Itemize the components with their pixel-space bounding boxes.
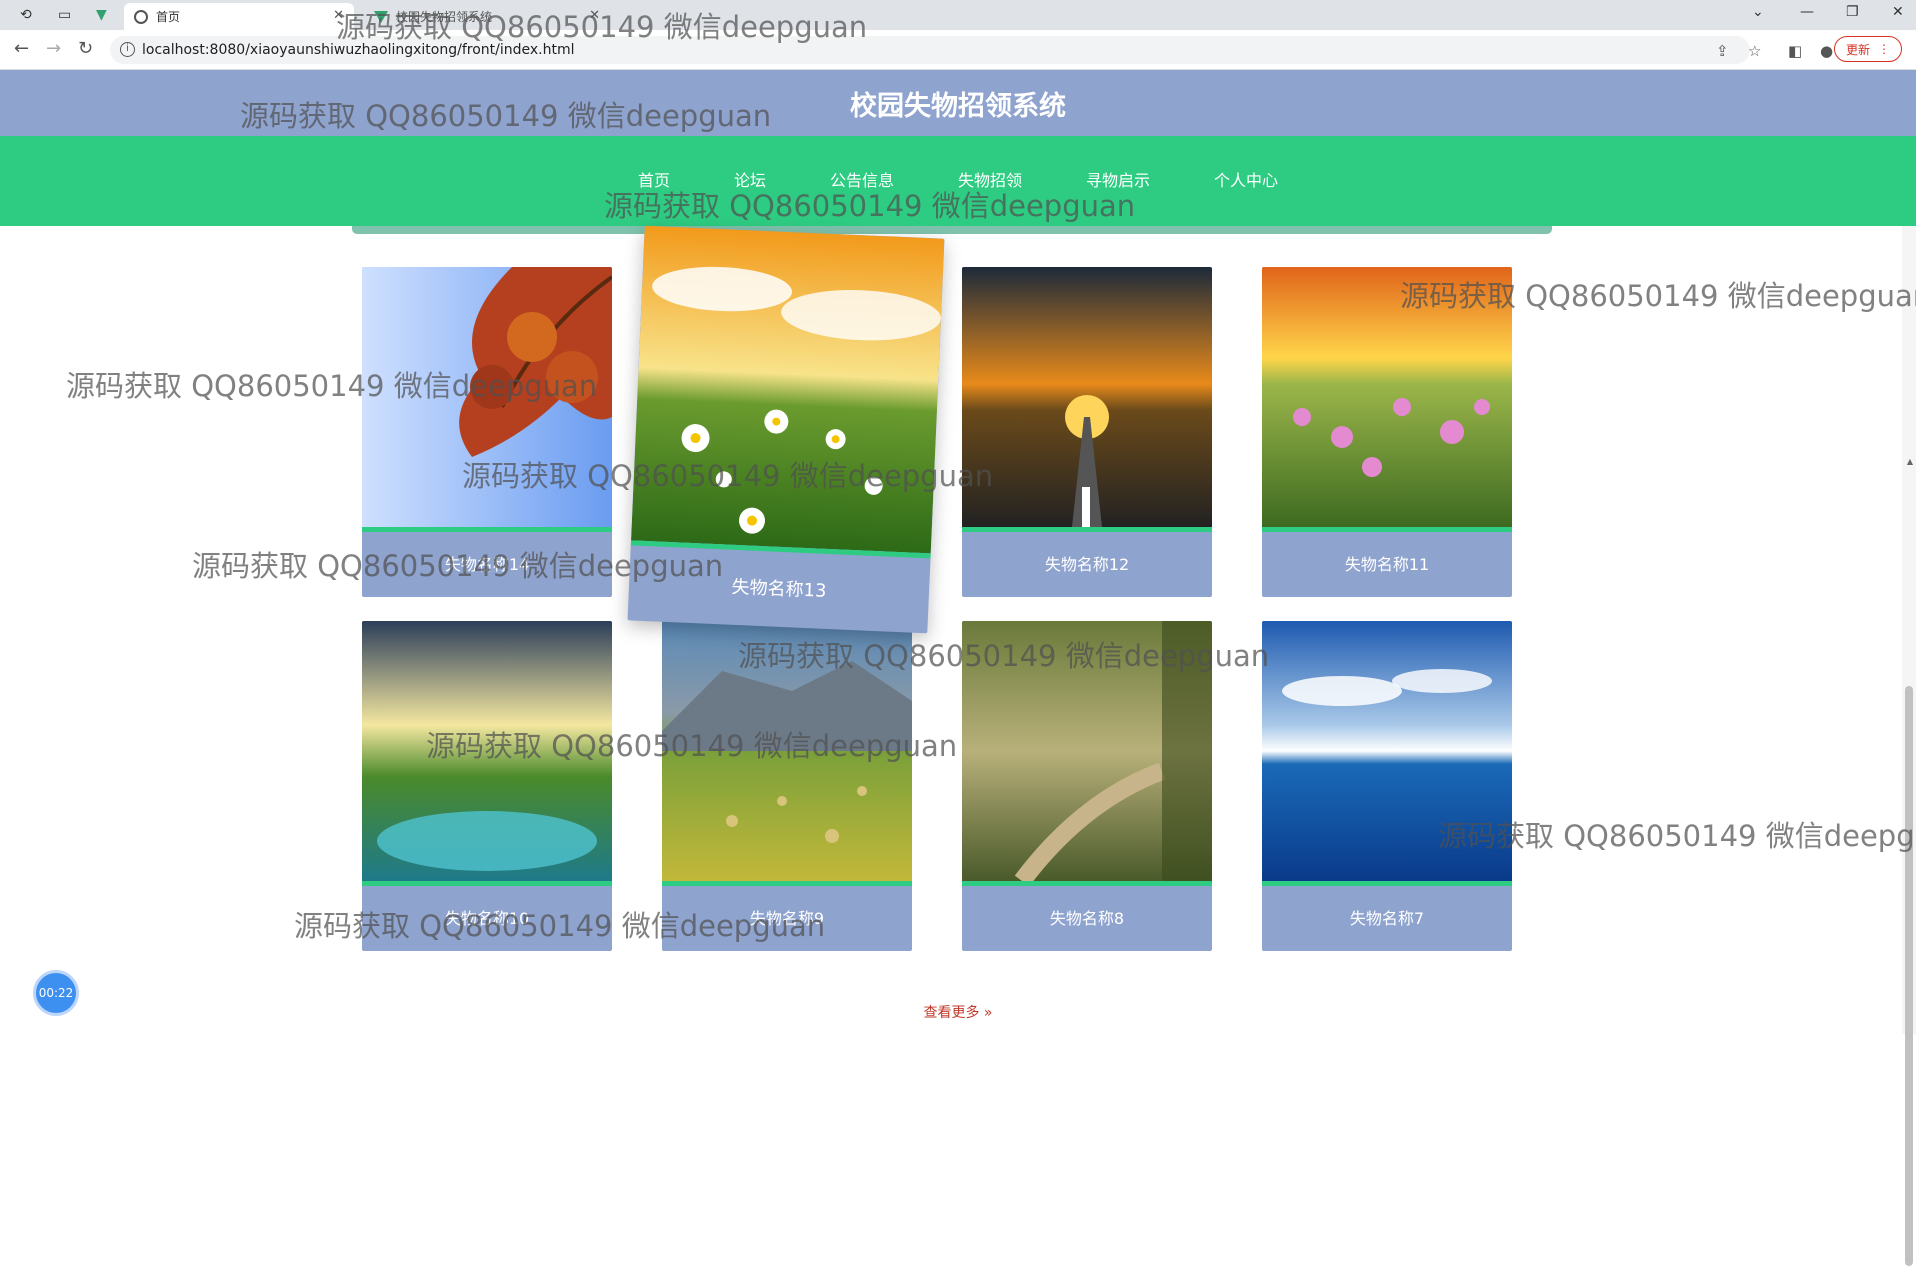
item-name: 失物名称14: [444, 555, 530, 574]
site-title: 校园失物招领系统: [850, 91, 1066, 122]
minimize-icon[interactable]: —: [1800, 4, 1814, 20]
update-button[interactable]: 更新 ⋮: [1834, 36, 1902, 62]
nav-announcements[interactable]: 公告信息: [830, 136, 894, 226]
info-icon[interactable]: i: [120, 42, 135, 57]
nav-lost-notices[interactable]: 寻物启示: [1086, 136, 1150, 226]
nav-lost-notices-label: 寻物启示: [1086, 171, 1151, 190]
item-image: [362, 621, 612, 881]
close-icon[interactable]: ✕: [333, 8, 344, 23]
nav-profile-label: 个人中心: [1214, 171, 1279, 190]
item-image: [1262, 267, 1512, 527]
nav-lost-found[interactable]: 失物招领: [958, 136, 1022, 226]
back-icon[interactable]: ←: [14, 38, 29, 59]
nav-forum[interactable]: 论坛: [734, 136, 766, 226]
reload-icon[interactable]: ↻: [78, 38, 93, 59]
view-more-link[interactable]: 查看更多 »: [0, 1002, 1916, 1022]
item-card[interactable]: 失物名称12: [962, 267, 1212, 597]
vue-logo-icon: [374, 10, 388, 23]
scrollbar[interactable]: ▲: [1902, 226, 1916, 1266]
close-icon[interactable]: ✕: [589, 8, 600, 23]
item-card-hovered[interactable]: 失物名称13: [627, 225, 945, 634]
bookmark-star-icon[interactable]: ☆: [1748, 42, 1761, 60]
address-bar: ← → ↻ i localhost:8080/xiaoyaunshiwuzhao…: [0, 30, 1916, 70]
profile-icon[interactable]: ●: [1820, 42, 1833, 60]
browser-history-icon[interactable]: ⟲: [20, 7, 32, 23]
item-name: 失物名称9: [749, 909, 825, 928]
item-image: [1262, 621, 1512, 881]
vue-devtools-icon[interactable]: ▼: [96, 7, 107, 23]
share-icon[interactable]: ⇪: [1716, 42, 1729, 60]
tab-admin[interactable]: 校园失物招领系统 ✕: [360, 3, 610, 30]
forward-icon[interactable]: →: [46, 38, 61, 59]
chevron-down-icon[interactable]: ⌄: [1752, 4, 1764, 20]
nav-announcements-label: 公告信息: [829, 171, 894, 190]
more-vert-icon: ⋮: [1878, 42, 1890, 56]
globe-icon: [134, 9, 148, 24]
recording-timer: 00:22: [33, 970, 79, 1016]
item-name: 失物名称10: [444, 909, 530, 928]
nav-home-label: 首页: [637, 171, 670, 190]
item-image: [362, 267, 612, 527]
site-header: 校园失物招领系统: [0, 70, 1916, 136]
item-card[interactable]: 失物名称9: [662, 621, 912, 951]
update-label: 更新: [1845, 42, 1870, 57]
item-image: [962, 621, 1212, 881]
restore-icon[interactable]: ❐: [1846, 4, 1859, 20]
url-text: localhost:8080/xiaoyaunshiwuzhaolingxito…: [142, 42, 575, 58]
nav-home[interactable]: 首页: [638, 136, 670, 226]
item-name: 失物名称8: [1049, 909, 1125, 928]
nav-forum-label: 论坛: [733, 171, 766, 190]
nav-profile[interactable]: 个人中心: [1214, 136, 1278, 226]
tab-home[interactable]: 首页 ✕: [124, 3, 354, 30]
scrollbar-thumb[interactable]: [1905, 686, 1913, 1266]
url-field[interactable]: i localhost:8080/xiaoyaunshiwuzhaolingxi…: [110, 36, 1750, 64]
section-divider: [352, 226, 1552, 234]
window-close-icon[interactable]: ✕: [1892, 4, 1904, 20]
item-name: 失物名称11: [1344, 555, 1430, 574]
item-image: [631, 225, 945, 554]
nav-lost-found-label: 失物招领: [958, 171, 1023, 190]
item-card[interactable]: 失物名称11: [1262, 267, 1512, 597]
item-card[interactable]: 失物名称8: [962, 621, 1212, 951]
item-image: [662, 621, 912, 881]
tab-home-label: 首页: [156, 10, 181, 24]
item-card[interactable]: 失物名称14: [362, 267, 612, 597]
browser-tab-strip: ⟲ ▭ ▼ 首页 ✕ 校园失物招领系统 ✕ ⌄ — ❐ ✕: [0, 0, 1916, 30]
item-name: 失物名称13: [731, 576, 827, 602]
item-card[interactable]: 失物名称7: [1262, 621, 1512, 951]
scroll-up-icon[interactable]: ▲: [1907, 457, 1913, 466]
item-image: [962, 267, 1212, 527]
main-nav: 首页 论坛 公告信息 失物招领 寻物启示 个人中心: [0, 136, 1916, 226]
side-panel-icon[interactable]: ◧: [1788, 42, 1802, 60]
browser-tab-grid-icon[interactable]: ▭: [58, 7, 71, 23]
item-card[interactable]: 失物名称10: [362, 621, 612, 951]
tab-admin-label: 校园失物招领系统: [396, 10, 493, 24]
item-name: 失物名称7: [1349, 909, 1425, 928]
item-name: 失物名称12: [1044, 555, 1130, 574]
